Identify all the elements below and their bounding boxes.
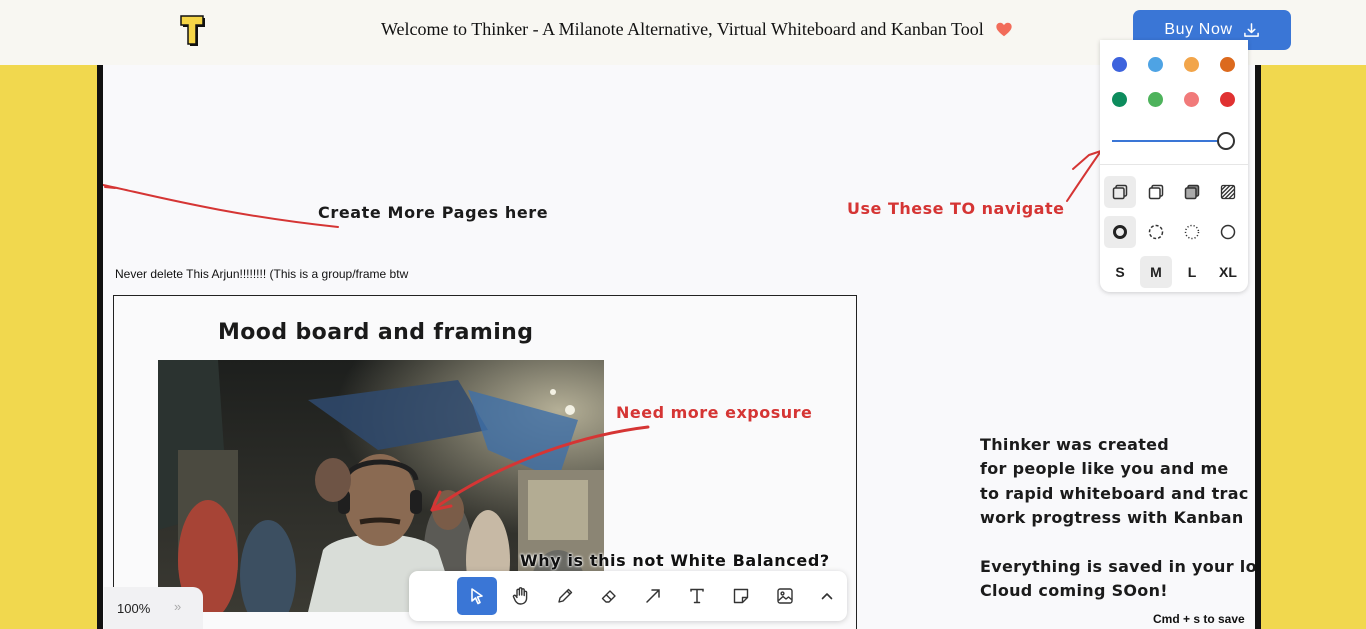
style-panel: S M L XL <box>1100 40 1248 292</box>
thinker-logo-icon[interactable] <box>180 15 208 49</box>
hand-icon <box>512 587 528 605</box>
about-line: for people like you and me <box>980 459 1229 479</box>
expand-arrows-icon[interactable]: » <box>174 599 181 614</box>
about-line: Everything is saved in your lo <box>980 556 1257 576</box>
cursor-icon <box>471 588 483 605</box>
fill-pattern-icon <box>1220 184 1236 200</box>
dash-dashed-button[interactable] <box>1140 216 1172 248</box>
image-tool-button[interactable] <box>765 577 805 615</box>
text-tool-button[interactable] <box>677 577 717 615</box>
eraser-tool-button[interactable] <box>589 577 629 615</box>
tools-toolbar <box>409 571 847 621</box>
color-swatch-light-red[interactable] <box>1184 92 1199 107</box>
arrow-tool-button[interactable] <box>633 577 673 615</box>
draw-tool-button[interactable] <box>545 577 585 615</box>
nav-arrow-head <box>1072 150 1102 170</box>
about-line: work progtress with Kanban <box>980 508 1244 528</box>
dash-draw-button[interactable] <box>1104 216 1136 248</box>
size-s-button[interactable]: S <box>1104 256 1136 288</box>
download-icon <box>1243 22 1259 37</box>
about-line: to rapid whiteboard and trac <box>980 483 1249 503</box>
color-swatch-orange[interactable] <box>1220 57 1235 72</box>
size-l-button[interactable]: L <box>1176 256 1208 288</box>
fill-semi-icon <box>1148 184 1164 200</box>
fill-none-button[interactable] <box>1104 176 1136 208</box>
dash-solid-icon <box>1220 224 1236 240</box>
select-tool-button[interactable] <box>457 577 497 615</box>
dash-dotted-button[interactable] <box>1176 216 1208 248</box>
color-swatch-blue[interactable] <box>1112 57 1127 72</box>
sticky-note-icon <box>733 588 749 604</box>
about-line <box>980 531 1255 555</box>
chevron-up-icon <box>821 593 833 600</box>
fill-none-icon <box>1112 184 1128 200</box>
pencil-icon <box>558 588 573 603</box>
white-balance-note[interactable]: Why is this not White Balanced? <box>520 551 830 570</box>
note-tool-button[interactable] <box>721 577 761 615</box>
arrow-icon <box>646 589 660 603</box>
size-m-button[interactable]: M <box>1140 256 1172 288</box>
dash-dashed-icon <box>1148 224 1164 240</box>
pages-note[interactable]: Create More Pages here <box>318 203 548 222</box>
size-xl-button[interactable]: XL <box>1212 256 1244 288</box>
pages-arrow-tip <box>104 186 116 189</box>
color-swatch-green[interactable] <box>1112 92 1127 107</box>
heart-icon <box>996 22 1012 37</box>
fill-solid-button[interactable] <box>1176 176 1208 208</box>
navigate-note[interactable]: Use These TO navigate <box>847 199 1064 218</box>
text-icon <box>690 588 704 604</box>
whiteboard-canvas[interactable]: Create More Pages here Use These TO navi… <box>97 65 1261 629</box>
panel-divider <box>1100 164 1248 165</box>
opacity-slider-track[interactable] <box>1112 140 1222 142</box>
color-swatch-light-green[interactable] <box>1148 92 1163 107</box>
save-hint: Cmd + s to save <box>1153 612 1245 626</box>
banner-title: Welcome to Thinker - A Milanote Alternat… <box>381 19 984 39</box>
fill-pattern-button[interactable] <box>1212 176 1244 208</box>
group-frame-label[interactable]: Never delete This Arjun!!!!!!!! (This is… <box>115 267 408 281</box>
eraser-icon <box>601 590 616 603</box>
dash-solid-button[interactable] <box>1212 216 1244 248</box>
image-icon <box>777 588 793 604</box>
color-swatch-red[interactable] <box>1220 92 1235 107</box>
about-note[interactable]: Thinker was created for people like you … <box>980 433 1257 604</box>
buy-now-label: Buy Now <box>1164 21 1233 38</box>
opacity-slider-handle[interactable] <box>1217 132 1235 150</box>
frame-title[interactable]: Mood board and framing <box>218 320 533 345</box>
fill-solid-icon <box>1184 184 1200 200</box>
zoom-level[interactable]: 100% <box>117 601 150 616</box>
color-swatch-light-blue[interactable] <box>1148 57 1163 72</box>
hand-tool-button[interactable] <box>501 577 541 615</box>
nav-arrow-stroke <box>1066 150 1102 202</box>
color-swatch-light-orange[interactable] <box>1184 57 1199 72</box>
zoom-control[interactable]: 100% » <box>104 587 203 629</box>
about-line: Thinker was created <box>980 435 1170 454</box>
dash-dotted-icon <box>1184 224 1200 240</box>
exposure-note[interactable]: Need more exposure <box>616 403 812 422</box>
about-line: Cloud coming SOon! <box>980 581 1168 601</box>
pages-arrow-stroke <box>103 184 339 228</box>
dash-draw-icon <box>1113 225 1127 239</box>
more-tools-button[interactable] <box>807 577 847 615</box>
fill-semi-button[interactable] <box>1140 176 1172 208</box>
